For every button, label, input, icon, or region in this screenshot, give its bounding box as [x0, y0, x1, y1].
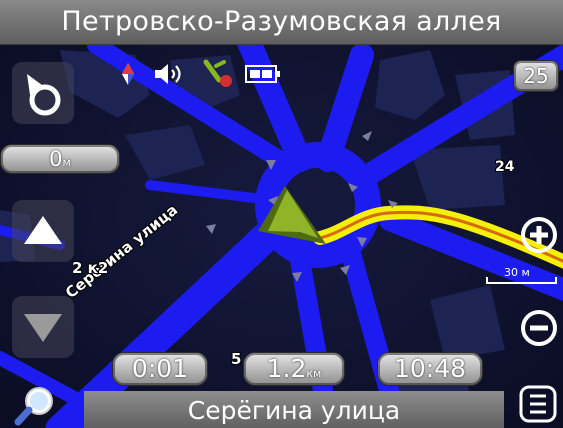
- down-arrow-icon: [24, 314, 62, 342]
- north-up-icon: [27, 74, 61, 116]
- distance-unit: м: [62, 156, 71, 169]
- gps-signal-icon[interactable]: [203, 58, 237, 90]
- battery-icon[interactable]: [245, 65, 281, 83]
- navigation-screen: Серёгина улица 2 к2 24 5 30 м Петровско-…: [0, 0, 563, 428]
- volume-icon[interactable]: [153, 62, 189, 86]
- clock-display: 10:48: [377, 352, 483, 386]
- next-maneuver-distance: 1.2км: [243, 352, 345, 386]
- next-distance-value: 1.2: [266, 354, 307, 383]
- zoom-out-icon[interactable]: [514, 305, 560, 351]
- next-street-footer: Серёгина улица: [84, 391, 504, 428]
- north-up-button[interactable]: [12, 62, 74, 124]
- next-distance-unit: км: [306, 367, 322, 380]
- house-number-bottom: 5: [231, 350, 242, 368]
- house-number-left: 2 к2: [72, 259, 109, 277]
- zoom-in-icon[interactable]: [514, 212, 560, 258]
- scroll-up-button[interactable]: [12, 200, 74, 262]
- scale-label: 30 м: [504, 266, 530, 279]
- menu-icon[interactable]: [518, 384, 558, 424]
- distance-display: 0м: [0, 144, 120, 174]
- current-street-header: Петровско-Разумовская аллея: [0, 0, 563, 45]
- compass-icon[interactable]: [118, 62, 138, 86]
- elapsed-time-display: 0:01: [112, 352, 208, 386]
- search-icon[interactable]: [10, 384, 60, 428]
- scroll-down-button[interactable]: [12, 296, 74, 358]
- distance-value: 0: [49, 147, 63, 171]
- house-number-right: 24: [495, 159, 515, 175]
- up-arrow-icon: [24, 216, 62, 244]
- zoom-level-badge[interactable]: 25: [513, 60, 559, 92]
